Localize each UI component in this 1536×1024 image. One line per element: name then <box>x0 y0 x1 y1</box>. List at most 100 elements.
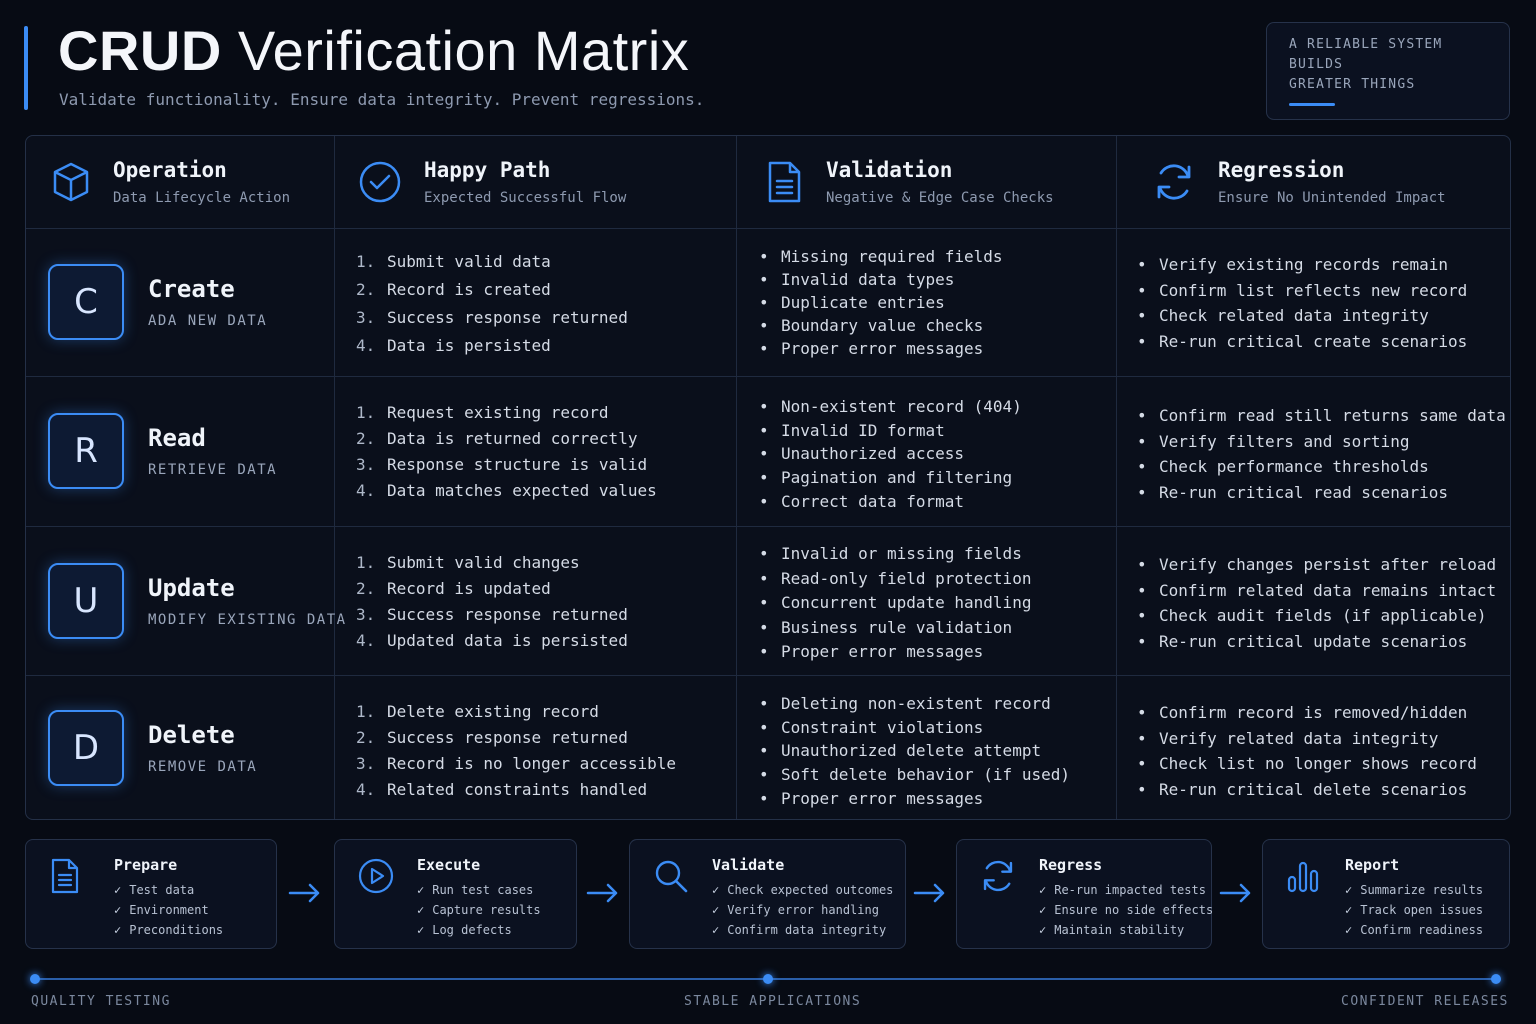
column-divider <box>1116 136 1117 819</box>
list-item: ✓ Run test cases <box>417 883 534 897</box>
list-item: • Invalid or missing fields <box>759 544 1022 563</box>
list-item: ✓ Verify error handling <box>712 903 879 917</box>
list-item: • Re-run critical create scenarios <box>1137 331 1468 351</box>
happy-path-update: 1. Submit valid changes 2. Record is updat… <box>356 550 628 654</box>
regression-delete: • Confirm record is removed/hidden • Verif… <box>1137 700 1477 802</box>
column-header-regression: Regression Ensure No Unintended Impact <box>1152 136 1446 228</box>
list-item: 2. Data is returned correctly <box>356 429 638 448</box>
operation-subtitle: MODIFY EXISTING DATA <box>148 611 347 628</box>
step-title: Validate <box>712 856 785 874</box>
list-item: • Verify existing records remain <box>1137 255 1448 274</box>
list-item: ✓ Summarize results <box>1345 883 1484 897</box>
tagline-box: A RELIABLE SYSTEM BUILDS GREATER THINGS <box>1266 22 1510 120</box>
search-icon <box>655 860 688 893</box>
document-icon <box>51 858 79 894</box>
cube-icon <box>53 162 89 202</box>
step-items: ✓ Run test cases ✓ Capture results ✓ Log de… <box>417 880 541 940</box>
list-item: 4. Data matches expected values <box>356 481 657 500</box>
regression-read: • Confirm read still returns same data • V… <box>1137 403 1506 505</box>
list-item: • Duplicate entries <box>759 293 945 312</box>
list-item: • Proper error messages <box>759 339 984 358</box>
tagline-line: A RELIABLE SYSTEM <box>1289 37 1443 52</box>
list-item: • Business rule validation <box>759 617 1013 637</box>
list-item: • Invalid ID format <box>759 420 945 440</box>
list-item: ✓ Re-run impacted tests <box>1039 883 1206 897</box>
list-item: • Verify filters and sorting <box>1137 431 1410 451</box>
timeline-label: QUALITY TESTING <box>31 994 171 1009</box>
column-subtitle: Ensure No Unintended Impact <box>1218 190 1446 206</box>
title-rest: Verification Matrix <box>237 19 690 82</box>
operation-create: C Create ADA NEW DATA <box>26 228 334 376</box>
list-item: • Non-existent record (404) <box>759 397 1022 416</box>
operation-subtitle: REMOVE DATA <box>148 759 258 775</box>
timeline-dot <box>1491 974 1501 984</box>
list-item: 3. Success response returned <box>356 605 628 624</box>
operation-name: Delete <box>148 721 235 749</box>
list-item: • Proper error messages <box>759 642 984 661</box>
workflow-step-execute: Execute ✓ Run test cases ✓ Capture results… <box>334 839 577 949</box>
operation-badge: U <box>48 562 124 639</box>
title-accent-bar <box>24 26 28 110</box>
validation-delete: • Deleting non-existent record • Constrain… <box>759 692 1070 811</box>
column-title: Happy Path <box>424 158 551 182</box>
operation-badge: D <box>48 710 124 786</box>
list-item: 1. Submit valid data <box>356 252 551 271</box>
operation-name: Read <box>148 424 206 452</box>
list-item: • Confirm related data remains intact <box>1137 580 1497 600</box>
check-circle-icon <box>359 161 401 203</box>
list-item: • Check related data integrity <box>1137 306 1429 325</box>
step-items: ✓ Test data ✓ Environment ✓ Preconditions <box>114 880 223 940</box>
column-header-operation: Operation Data Lifecycle Action <box>51 136 290 228</box>
column-title: Operation <box>113 158 227 182</box>
operation-subtitle: ADA NEW DATA <box>148 313 268 329</box>
list-item: • Deleting non-existent record <box>759 694 1051 713</box>
timeline-label: CONFIDENT RELEASES <box>1341 994 1509 1009</box>
column-subtitle: Expected Successful Flow <box>424 190 627 206</box>
refresh-icon <box>983 860 1013 892</box>
column-header-validation: Validation Negative & Edge Case Checks <box>764 136 1054 228</box>
tagline-line: BUILDS <box>1289 57 1344 72</box>
list-item: • Verify related data integrity <box>1137 728 1439 748</box>
timeline-dot <box>763 974 773 984</box>
column-subtitle: Data Lifecycle Action <box>113 190 291 206</box>
list-item: 3. Record is no longer accessible <box>356 754 676 773</box>
list-item: ✓ Maintain stability <box>1039 923 1185 937</box>
list-item: • Check audit fields (if applicable) <box>1137 606 1487 625</box>
timeline-dot <box>30 974 40 984</box>
column-divider <box>736 136 737 819</box>
validation-update: • Invalid or missing fields • Read-only fi… <box>759 542 1031 665</box>
list-item: • Unauthorized delete attempt <box>759 741 1042 761</box>
list-item: • Read-only field protection <box>759 568 1032 588</box>
step-title: Execute <box>417 856 481 874</box>
page-title: CRUD Verification Matrix <box>58 18 689 83</box>
bar-chart-icon <box>1287 861 1319 893</box>
step-title: Report <box>1345 856 1400 874</box>
list-item: ✓ Track open issues <box>1345 903 1484 917</box>
list-item: ✓ Ensure no side effects <box>1039 903 1214 917</box>
workflow-step-regress: Regress ✓ Re-run impacted tests ✓ Ensure n… <box>956 839 1214 949</box>
page-subtitle: Validate functionality. Ensure data inte… <box>59 90 705 109</box>
play-icon <box>358 858 394 894</box>
list-item: 3. Success response returned <box>356 308 628 327</box>
list-item: • Check list no longer shows record <box>1137 754 1477 773</box>
list-item: ✓ Confirm data integrity <box>712 923 887 937</box>
operation-read: R Read RETRIEVE DATA <box>26 376 334 526</box>
document-icon <box>768 161 801 203</box>
list-item: • Pagination and filtering <box>759 468 1013 488</box>
happy-path-delete: 1. Delete existing record 2. Success respo… <box>356 699 676 803</box>
column-subtitle: Negative & Edge Case Checks <box>826 190 1054 206</box>
list-item: • Confirm record is removed/hidden <box>1137 703 1468 722</box>
list-item: ✓ Log defects <box>417 923 512 937</box>
list-item: ✓ Test data <box>114 883 195 897</box>
list-item: • Invalid data types <box>759 270 955 289</box>
list-item: • Missing required fields <box>759 247 1003 266</box>
list-item: 3. Response structure is valid <box>356 455 648 474</box>
list-item: ✓ Capture results <box>417 903 541 917</box>
list-item: 1. Submit valid changes <box>356 553 580 572</box>
list-item: 4. Data is persisted <box>356 336 551 355</box>
list-item: • Concurrent update handling <box>759 593 1032 612</box>
list-item: • Proper error messages <box>759 788 984 808</box>
title-bold: CRUD <box>58 19 222 82</box>
list-item: • Re-run critical read scenarios <box>1137 482 1448 502</box>
step-title: Prepare <box>114 856 178 874</box>
